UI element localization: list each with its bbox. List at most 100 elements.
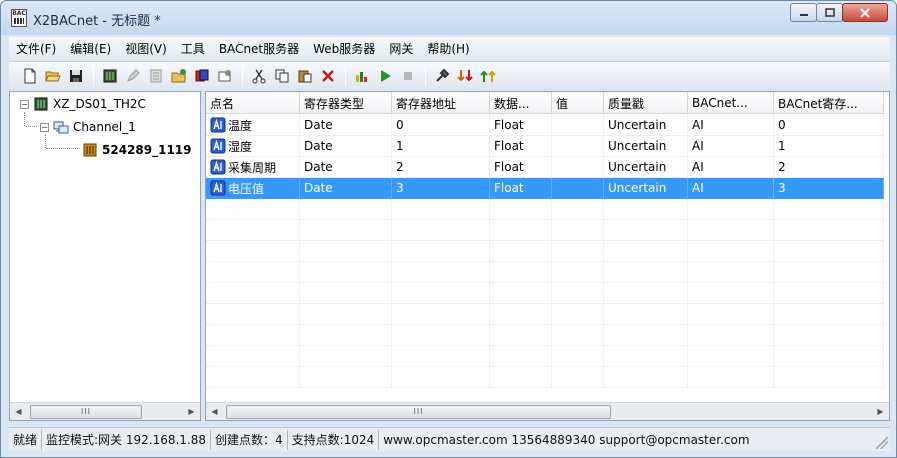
scroll-thumb[interactable]: III (30, 404, 142, 419)
properties-icon (150, 69, 162, 82)
empty-row (206, 262, 884, 283)
channel-icon (53, 121, 69, 134)
cell-point-name (206, 220, 300, 241)
column-quality[interactable]: 质量戳 (604, 92, 688, 114)
cell-value (552, 283, 604, 304)
cell-point-name (206, 283, 300, 304)
add-points-button[interactable] (191, 65, 213, 87)
column-value[interactable]: 值 (552, 92, 604, 114)
scroll-left-arrow[interactable]: ◀ (206, 403, 223, 420)
cell-bacnet-register (774, 367, 884, 388)
cell-bacnet-register: 2 (774, 157, 884, 178)
status-created-points: 创建点数：4 (211, 429, 288, 450)
monitor-button[interactable] (351, 65, 373, 87)
export-button[interactable] (477, 65, 499, 87)
column-bacnet-type[interactable]: BACnet... (688, 92, 774, 114)
menu-edit[interactable]: 编辑(E) (63, 40, 118, 57)
tools-button[interactable] (431, 65, 453, 87)
cell-quality (604, 325, 688, 346)
collapse-icon[interactable]: − (20, 99, 29, 109)
cell-quality (604, 262, 688, 283)
menu-view[interactable]: 视图(V) (118, 40, 174, 57)
new-button[interactable] (19, 65, 41, 87)
properties-button[interactable] (145, 65, 167, 87)
title-bar[interactable]: BAC X2BACnet - 无标题 * (1, 1, 896, 35)
settings-button[interactable] (214, 65, 236, 87)
empty-row (206, 325, 884, 346)
save-button[interactable] (65, 65, 87, 87)
scroll-right-arrow[interactable]: ▶ (183, 403, 200, 420)
copy-button[interactable] (271, 65, 293, 87)
cell-register-type (300, 304, 392, 325)
tree-horizontal-scrollbar[interactable]: ◀ III ▶ (10, 402, 200, 420)
menu-help[interactable]: 帮助(H) (420, 40, 476, 57)
status-supported-points: 支持点数:1024 (288, 429, 380, 450)
column-bacnet-register[interactable]: BACnet寄存... (774, 92, 884, 114)
cell-register-type (300, 220, 392, 241)
cell-quality (604, 367, 688, 388)
scroll-right-arrow[interactable]: ▶ (872, 403, 889, 420)
paste-button[interactable] (294, 65, 316, 87)
delete-button[interactable] (317, 65, 339, 87)
column-register-address[interactable]: 寄存器地址 (392, 92, 490, 114)
run-button[interactable] (374, 65, 396, 87)
add-device-button[interactable] (99, 65, 121, 87)
cell-bacnet-type (688, 241, 774, 262)
cut-button[interactable] (248, 65, 270, 87)
table-row[interactable]: 温度 Date 0 Float Uncertain AI 0 (206, 115, 884, 136)
save-icon (70, 69, 82, 82)
scroll-left-arrow[interactable]: ◀ (10, 403, 27, 420)
cell-text: 温度 (228, 118, 253, 133)
edit-button[interactable] (122, 65, 144, 87)
column-data-type[interactable]: 数据... (490, 92, 552, 114)
cell-point-name: 采集周期 (206, 157, 300, 178)
resize-grip-icon[interactable] (876, 437, 888, 449)
cell-data-type: Float (490, 178, 552, 199)
add-channel-button[interactable] (168, 65, 190, 87)
import-button[interactable] (454, 65, 476, 87)
cell-register-type: Date (300, 136, 392, 157)
scroll-thumb[interactable]: III (226, 404, 611, 419)
table-row[interactable]: 采集周期 Date 2 Float Uncertain AI 2 (206, 157, 884, 178)
cell-value (552, 325, 604, 346)
table-row[interactable]: 湿度 Date 1 Float Uncertain AI 1 (206, 136, 884, 157)
edit-icon (127, 68, 140, 82)
cell-register-address: 0 (392, 115, 490, 136)
cell-value (552, 199, 604, 220)
cell-register-type (300, 199, 392, 220)
cell-data-type: Float (490, 157, 552, 178)
stop-button[interactable] (397, 65, 419, 87)
cell-quality (604, 220, 688, 241)
cell-text: AI (692, 160, 704, 174)
open-button[interactable] (42, 65, 64, 87)
cell-text: 3 (778, 181, 786, 195)
maximize-button[interactable] (816, 3, 843, 22)
column-register-type[interactable]: 寄存器类型 (300, 92, 392, 114)
column-point-name[interactable]: 点名 (206, 92, 300, 114)
list-horizontal-scrollbar[interactable]: ◀ III ▶ (206, 402, 889, 420)
cell-bacnet-register (774, 220, 884, 241)
menu-gateway[interactable]: 网关 (382, 40, 420, 57)
toolbar-separator (345, 65, 346, 86)
close-button[interactable] (842, 3, 888, 22)
status-monitor-mode: 监控模式:网关 192.168.1.88 (42, 429, 212, 450)
menu-tools[interactable]: 工具 (174, 40, 212, 57)
minimize-button[interactable] (790, 3, 817, 22)
tree-node-device[interactable]: 524289_1119 (82, 140, 192, 160)
tree-node-label: 524289_1119 (102, 143, 192, 157)
menu-bacnet-server[interactable]: BACnet服务器 (212, 40, 306, 57)
collapse-icon[interactable]: − (40, 122, 49, 132)
menu-file[interactable]: 文件(F) (9, 40, 63, 57)
cell-point-name: 湿度 (206, 136, 300, 157)
tree-node-channel[interactable]: − Channel_1 (40, 117, 136, 137)
cell-text: Float (494, 118, 524, 132)
cell-quality (604, 346, 688, 367)
table-row[interactable]: 电压值 Date 3 Float Uncertain AI 3 (206, 178, 884, 199)
empty-row (206, 367, 884, 388)
cell-text: Date (304, 118, 333, 132)
cell-data-type (490, 199, 552, 220)
cell-text: Date (304, 181, 333, 195)
tree-node-root[interactable]: − XZ_DS01_TH2C (20, 94, 146, 114)
menu-web-server[interactable]: Web服务器 (306, 40, 382, 57)
menu-bar: 文件(F) 编辑(E) 视图(V) 工具 BACnet服务器 Web服务器 网关… (9, 37, 890, 59)
